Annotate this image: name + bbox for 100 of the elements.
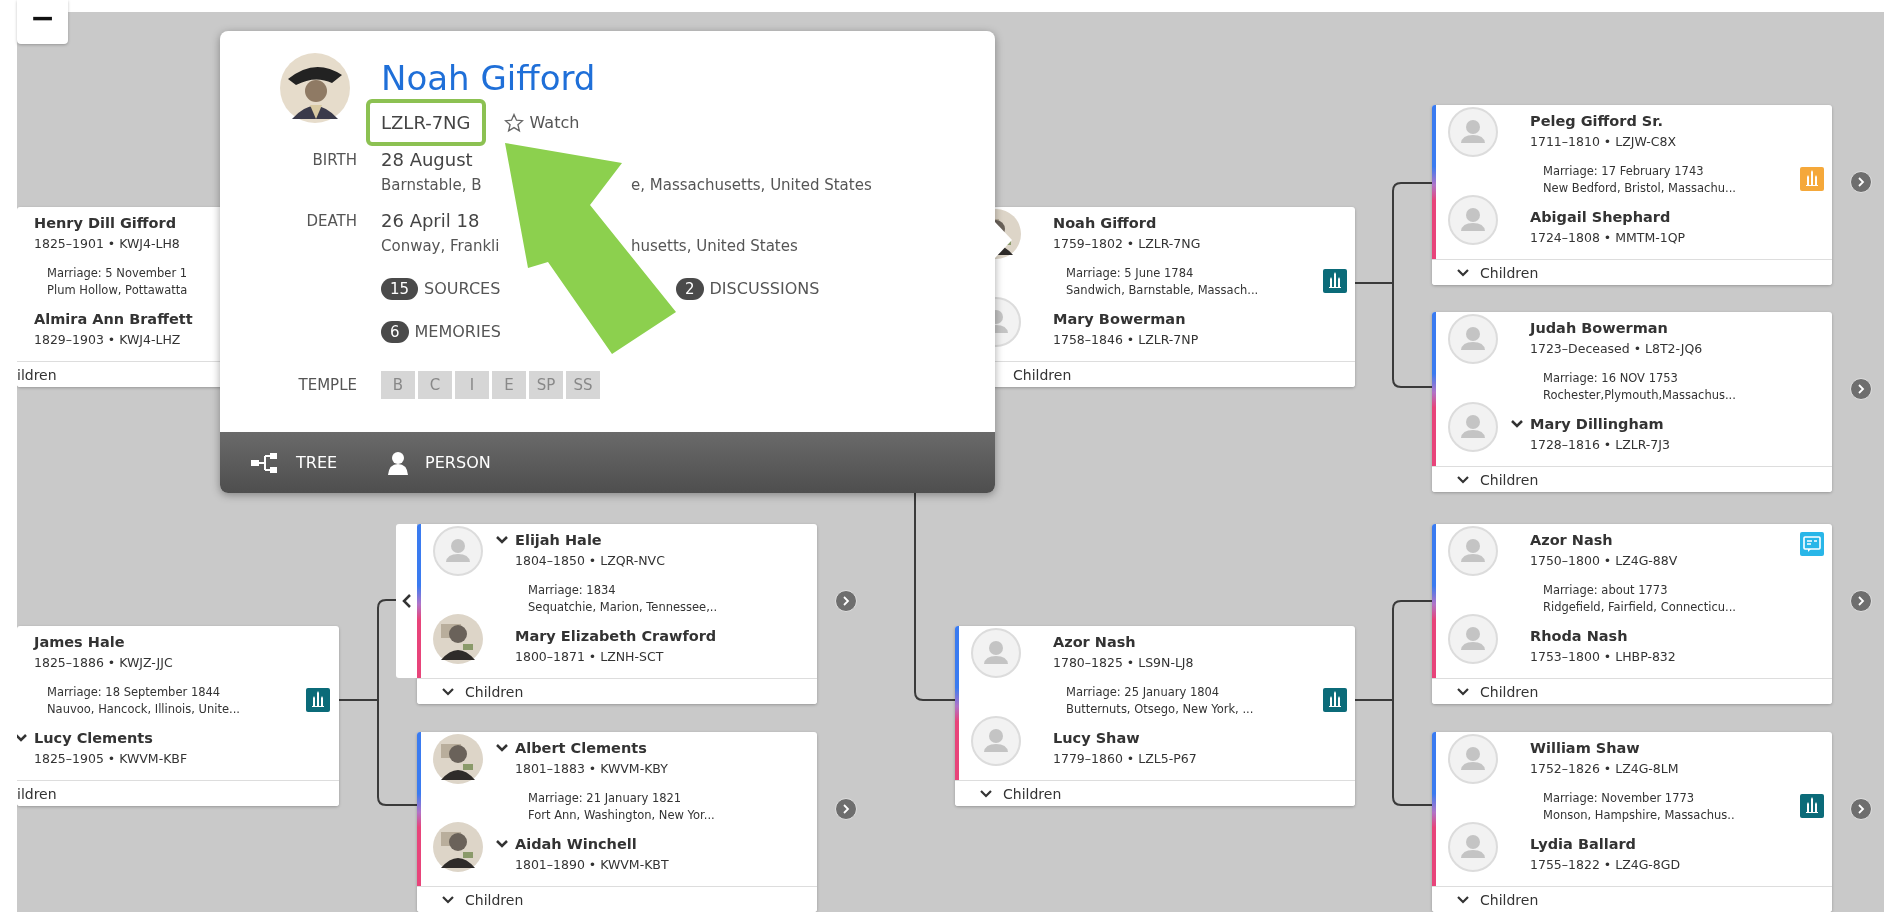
- person-lifespan: 1800–1871 • LZNH-SCT: [515, 648, 665, 666]
- marriage-place: Monson, Hampshire, Massachus..: [1542, 807, 1735, 824]
- person-lifespan: 1804–1850 • LZQR-NVC: [515, 552, 666, 570]
- children-toggle[interactable]: Children: [1432, 466, 1832, 492]
- expand-button[interactable]: [1850, 590, 1872, 612]
- chevron-down-icon[interactable]: [495, 839, 509, 849]
- count-badge: 6: [381, 321, 409, 343]
- person-lifespan: 1752–1826 • LZ4G-8LM: [1530, 760, 1680, 778]
- temple-icon[interactable]: [1800, 794, 1824, 818]
- chevron-down-icon[interactable]: [17, 733, 28, 743]
- expand-button[interactable]: [1850, 378, 1872, 400]
- chevron-right-icon: [842, 804, 850, 814]
- person-name[interactable]: Noah Gifford: [1053, 214, 1157, 232]
- children-toggle[interactable]: Children: [417, 886, 817, 912]
- count-link[interactable]: 2 DISCUSSIONS: [676, 276, 976, 302]
- chevron-right-icon: [1857, 384, 1865, 394]
- watch-button[interactable]: Watch: [503, 112, 580, 133]
- marriage-place: New Bedford, Bristol, Massachu...: [1542, 180, 1736, 197]
- person-name[interactable]: Azor Nash: [1530, 531, 1613, 549]
- marriage-date: Marriage: November 1773: [1542, 790, 1696, 807]
- person-name[interactable]: Peleg Gifford Sr.: [1530, 112, 1663, 130]
- children-toggle[interactable]: Children: [955, 780, 1355, 806]
- person-lifespan: 1825–1901 • KWJ4-LH8: [34, 235, 181, 253]
- marriage-date: Marriage: 5 June 1784: [1065, 265, 1195, 282]
- chevron-down-icon[interactable]: [1510, 419, 1524, 429]
- marriage-date: Marriage: 18 September 1844: [46, 684, 222, 701]
- marriage-date: Marriage: 1834: [527, 582, 617, 599]
- person-name[interactable]: Lucy Shaw: [1053, 729, 1140, 747]
- chevron-right-icon: [842, 596, 850, 606]
- marriage-date: Marriage: 17 February 1743: [1542, 163, 1705, 180]
- zoom-out-button[interactable]: −: [17, 0, 68, 44]
- children-toggle[interactable]: Children: [1432, 886, 1832, 912]
- temple-icon[interactable]: [306, 688, 330, 712]
- person-name[interactable]: Azor Nash: [1053, 633, 1136, 651]
- person-name[interactable]: James Hale: [34, 633, 125, 651]
- person-lifespan: 1759–1802 • LZLR-7NG: [1053, 235, 1202, 253]
- person-lifespan: 1758–1846 • LZLR-7NP: [1053, 331, 1200, 349]
- marriage-place: Sandwich, Barnstable, Massach...: [1065, 282, 1259, 299]
- marriage-date: Marriage: 21 January 1821: [527, 790, 683, 807]
- marriage-place: Nauvoo, Hancock, Illinois, Unite...: [46, 701, 240, 718]
- person-name[interactable]: Abigail Shephard: [1530, 208, 1671, 226]
- children-toggle[interactable]: ildren: [17, 780, 339, 806]
- chevron-right-icon: [1857, 596, 1865, 606]
- marriage-date: Marriage: 16 NOV 1753: [1542, 370, 1679, 387]
- person-name[interactable]: Elijah Hale: [515, 531, 602, 549]
- expand-button[interactable]: [835, 798, 857, 820]
- person-name[interactable]: Mary Elizabeth Crawford: [515, 627, 717, 645]
- person-lifespan: 1779–1860 • LZL5-P67: [1053, 750, 1198, 768]
- expand-button[interactable]: [1850, 798, 1872, 820]
- marriage-date: Marriage: 25 January 1804: [1065, 684, 1221, 701]
- marriage-place: Sequatchie, Marion, Tennessee,..: [527, 599, 718, 616]
- person-icon: [387, 450, 410, 475]
- person-lifespan: 1801–1890 • KWVM-KBT: [515, 856, 670, 874]
- children-toggle[interactable]: Children: [1432, 259, 1832, 285]
- person-lifespan: 1755–1822 • LZ4G-8GD: [1530, 856, 1682, 874]
- person-lifespan: 1825–1886 • KWJZ-JJC: [34, 654, 174, 672]
- person-name[interactable]: Mary Dillingham: [1530, 415, 1664, 433]
- footer-button[interactable]: TREE: [250, 451, 338, 474]
- chevron-down-icon[interactable]: [495, 743, 509, 753]
- chevron-down-icon[interactable]: [495, 535, 509, 545]
- footer-button[interactable]: PERSON: [387, 450, 491, 475]
- person-lifespan: 1753–1800 • LHBP-832: [1530, 648, 1677, 666]
- expand-button[interactable]: [1850, 171, 1872, 193]
- children-toggle[interactable]: Children: [417, 678, 817, 704]
- person-lifespan: 1724–1808 • MMTM-1QP: [1530, 229, 1687, 247]
- person-name[interactable]: Henry Dill Gifford: [34, 214, 177, 232]
- person-name[interactable]: Almira Ann Braffett: [34, 310, 193, 328]
- expand-button[interactable]: [835, 590, 857, 612]
- children-toggle[interactable]: Children: [1432, 678, 1832, 704]
- person-lifespan: 1829–1903 • KWJ4-LHZ: [34, 331, 182, 349]
- person-name[interactable]: Aidah Winchell: [515, 835, 637, 853]
- temple-icon[interactable]: [1323, 688, 1347, 712]
- fact-place: husetts, United States: [631, 236, 798, 257]
- person-lifespan: 1825–1905 • KWVM-KBF: [34, 750, 189, 768]
- person-name[interactable]: William Shaw: [1530, 739, 1640, 757]
- temple-icon[interactable]: [1323, 269, 1347, 293]
- fact-label: BIRTH: [311, 150, 357, 171]
- marriage-place: Fort Ann, Washington, New Yor...: [527, 807, 715, 824]
- person-name[interactable]: Lydia Ballard: [1530, 835, 1636, 853]
- marriage-place: Ridgefield, Fairfield, Connecticu...: [1542, 599, 1736, 616]
- fact-place: e, Massachusetts, United States: [631, 175, 872, 196]
- person-lifespan: 1801–1883 • KWVM-KBY: [515, 760, 669, 778]
- person-lifespan: 1728–1816 • LZLR-7J3: [1530, 436, 1671, 454]
- person-name[interactable]: Lucy Clements: [34, 729, 153, 747]
- person-name[interactable]: Judah Bowerman: [1530, 319, 1668, 337]
- person-name-link[interactable]: Noah Gifford: [381, 57, 596, 99]
- fact-place: Conway, Frankli: [381, 236, 501, 257]
- person-id: LZLR-7NG: [366, 99, 486, 146]
- person-name[interactable]: Albert Clements: [515, 739, 647, 757]
- star-icon: [503, 112, 524, 133]
- count-badge: 15: [381, 278, 419, 300]
- marriage-place: Rochester,Plymouth,Massachus...: [1542, 387, 1736, 404]
- person-name[interactable]: Mary Bowerman: [1053, 310, 1186, 328]
- person-name[interactable]: Rhoda Nash: [1530, 627, 1628, 645]
- fact-label: DEATH: [305, 211, 357, 232]
- chevron-right-icon: [1857, 804, 1865, 814]
- person-lifespan: 1711–1810 • LZJW-C8X: [1530, 133, 1677, 151]
- marriage-place: Butternuts, Otsego, New York, ...: [1065, 701, 1254, 718]
- chevron-left-icon: [401, 593, 412, 609]
- fact-place: Barnstable, B: [381, 175, 483, 196]
